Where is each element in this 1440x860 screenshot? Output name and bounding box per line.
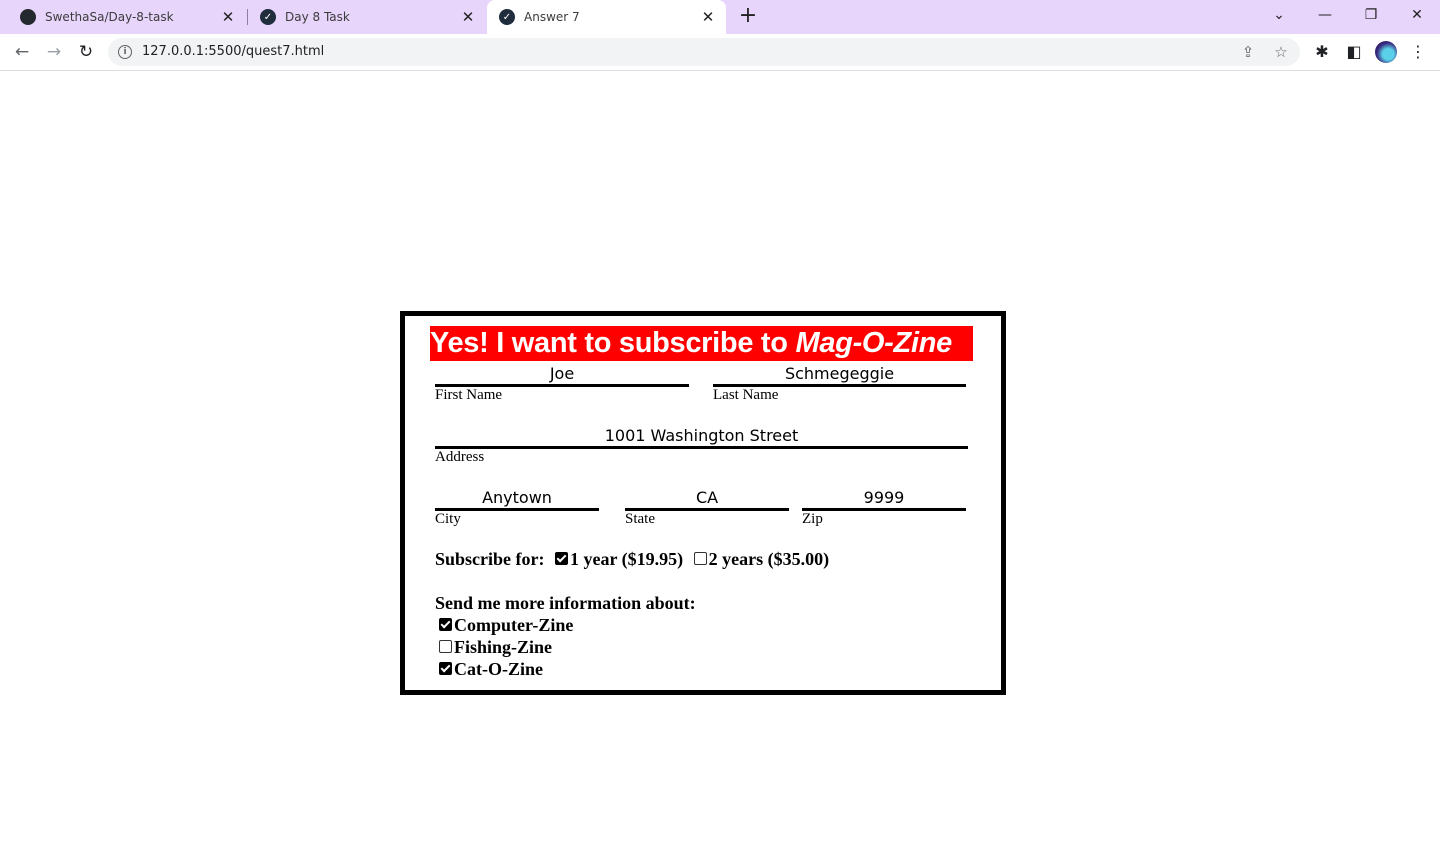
restore-icon[interactable]: ❐ [1348,0,1394,30]
two-years-checkbox[interactable] [693,552,707,566]
close-icon[interactable]: ✕ [460,8,476,26]
form-heading: Yes! I want to subscribe to Mag-O-Zine [430,326,973,361]
tab-answer7[interactable]: ✓ Answer 7 ✕ [487,0,726,34]
tab-title: Answer 7 [524,10,580,24]
first-name-label: First Name [435,387,503,403]
fishing-zine-label: Fishing-Zine [454,637,553,657]
last-name-field: Schmegeggie Last Name [713,364,966,408]
tab-github[interactable]: SwethaSa/Day-8-task ✕ [8,0,246,34]
close-icon[interactable]: ✕ [700,8,716,26]
address-bar[interactable]: i 127.0.0.1:5500/quest7.html ⇪ ☆ [108,38,1300,66]
reload-icon[interactable]: ↻ [74,40,98,64]
side-panel-icon[interactable]: ◧ [1342,40,1366,64]
zip-field: 9999 Zip [802,488,966,532]
subscribe-row: Subscribe for: 1 year ($19.95) 2 years (… [435,548,829,570]
address-input[interactable]: 1001 Washington Street [435,426,968,449]
check-circle-icon: ✓ [260,9,276,25]
browser-toolbar: ← → ↻ i 127.0.0.1:5500/quest7.html ⇪ ☆ ✱… [0,34,1440,71]
computer-zine-checkbox[interactable] [439,618,452,632]
back-icon[interactable]: ← [10,40,34,64]
info-option-computer: Computer-Zine [439,614,573,636]
profile-avatar[interactable] [1375,41,1397,63]
zip-label: Zip [802,511,823,527]
window-close-icon[interactable]: ✕ [1394,0,1440,30]
magazine-name: Mag-O-Zine [795,327,952,359]
last-name-label: Last Name [713,387,779,403]
address-field: 1001 Washington Street Address [435,426,968,470]
heading-text: Yes! I want to subscribe to [430,327,796,359]
state-field: CA State [625,488,789,532]
check-circle-icon: ✓ [499,9,515,25]
one-year-checkbox[interactable] [555,552,568,566]
github-icon [20,9,36,25]
tab-search-icon[interactable]: ⌄ [1256,0,1302,30]
zip-input[interactable]: 9999 [802,488,966,511]
cat-o-zine-label: Cat-O-Zine [454,659,543,679]
first-name-field: Joe First Name [435,364,689,408]
city-label: City [435,511,461,527]
bookmark-star-icon[interactable]: ☆ [1271,42,1291,62]
menu-icon[interactable]: ⋮ [1406,40,1430,64]
tab-strip: SwethaSa/Day-8-task ✕ ✓ Day 8 Task ✕ ✓ A… [0,0,1440,34]
minimize-icon[interactable]: — [1302,0,1348,30]
info-option-fishing: Fishing-Zine [439,636,552,658]
city-field: Anytown City [435,488,599,532]
address-label: Address [435,449,485,465]
last-name-input[interactable]: Schmegeggie [713,364,966,387]
close-icon[interactable]: ✕ [220,8,236,26]
new-tab-icon[interactable]: + [737,5,759,29]
first-name-input[interactable]: Joe [435,364,689,387]
info-icon[interactable]: i [118,45,132,59]
cat-o-zine-checkbox[interactable] [439,662,452,676]
tab-title: SwethaSa/Day-8-task [45,10,174,24]
url-text[interactable]: 127.0.0.1:5500/quest7.html [142,44,324,59]
forward-icon[interactable]: → [42,40,66,64]
subscribe-label: Subscribe for: [435,549,545,569]
tab-title: Day 8 Task [285,10,350,24]
one-year-label: 1 year ($19.95) [570,549,684,569]
city-input[interactable]: Anytown [435,488,599,511]
info-heading: Send me more information about: [435,593,696,613]
two-years-label: 2 years ($35.00) [708,549,830,569]
tab-day8[interactable]: ✓ Day 8 Task ✕ [248,0,486,34]
state-label: State [625,511,655,527]
share-icon[interactable]: ⇪ [1238,42,1258,62]
extensions-icon[interactable]: ✱ [1310,40,1334,64]
computer-zine-label: Computer-Zine [454,615,574,635]
info-option-cat: Cat-O-Zine [439,658,543,680]
state-input[interactable]: CA [625,488,789,511]
fishing-zine-checkbox[interactable] [439,640,452,654]
